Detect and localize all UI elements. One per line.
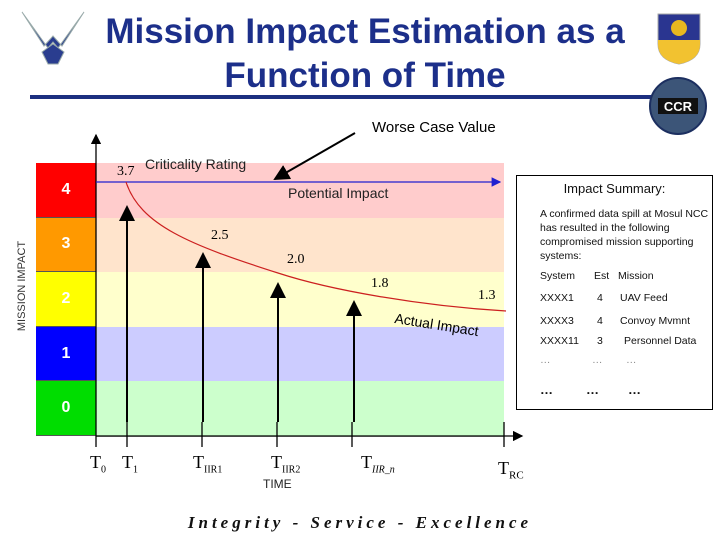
tick-t1: T1 [122, 452, 138, 476]
assessment-arrows [119, 205, 362, 422]
value-label: 1.3 [478, 288, 496, 303]
tick-trc: TRC [498, 458, 524, 482]
slide: Mission Impact Estimation as a Function … [0, 0, 720, 540]
tick-tiir1: TIIR1 [193, 452, 223, 476]
footer-motto: Integrity - Service - Excellence [187, 513, 533, 532]
potential-impact-label: Potential Impact [288, 185, 389, 201]
summary-text: A confirmed data spill at Mosul NCC has … [540, 208, 709, 262]
tick-t0: T0 [90, 452, 106, 476]
value-label: 1.8 [371, 276, 389, 291]
tick-tiir2: TIIR2 [271, 452, 301, 476]
impact-summary-box: Impact Summary: A confirmed data spill a… [516, 175, 713, 410]
summary-heading: Impact Summary: [563, 181, 666, 196]
value-label: 3.7 [117, 164, 135, 179]
y-axis-label: MISSION IMPACT [16, 240, 28, 332]
worse-case-pointer [273, 132, 356, 180]
criticality-label: Criticality Rating [145, 156, 247, 172]
time-tick-marks [95, 422, 505, 447]
value-label: 2.5 [211, 228, 229, 243]
x-axis-label: TIME [263, 477, 292, 491]
worse-case-label: Worse Case Value [372, 119, 496, 136]
value-label: 2.0 [287, 252, 305, 267]
tick-tiirn: TIIR_n [361, 452, 395, 476]
actual-impact-curve [125, 181, 507, 312]
